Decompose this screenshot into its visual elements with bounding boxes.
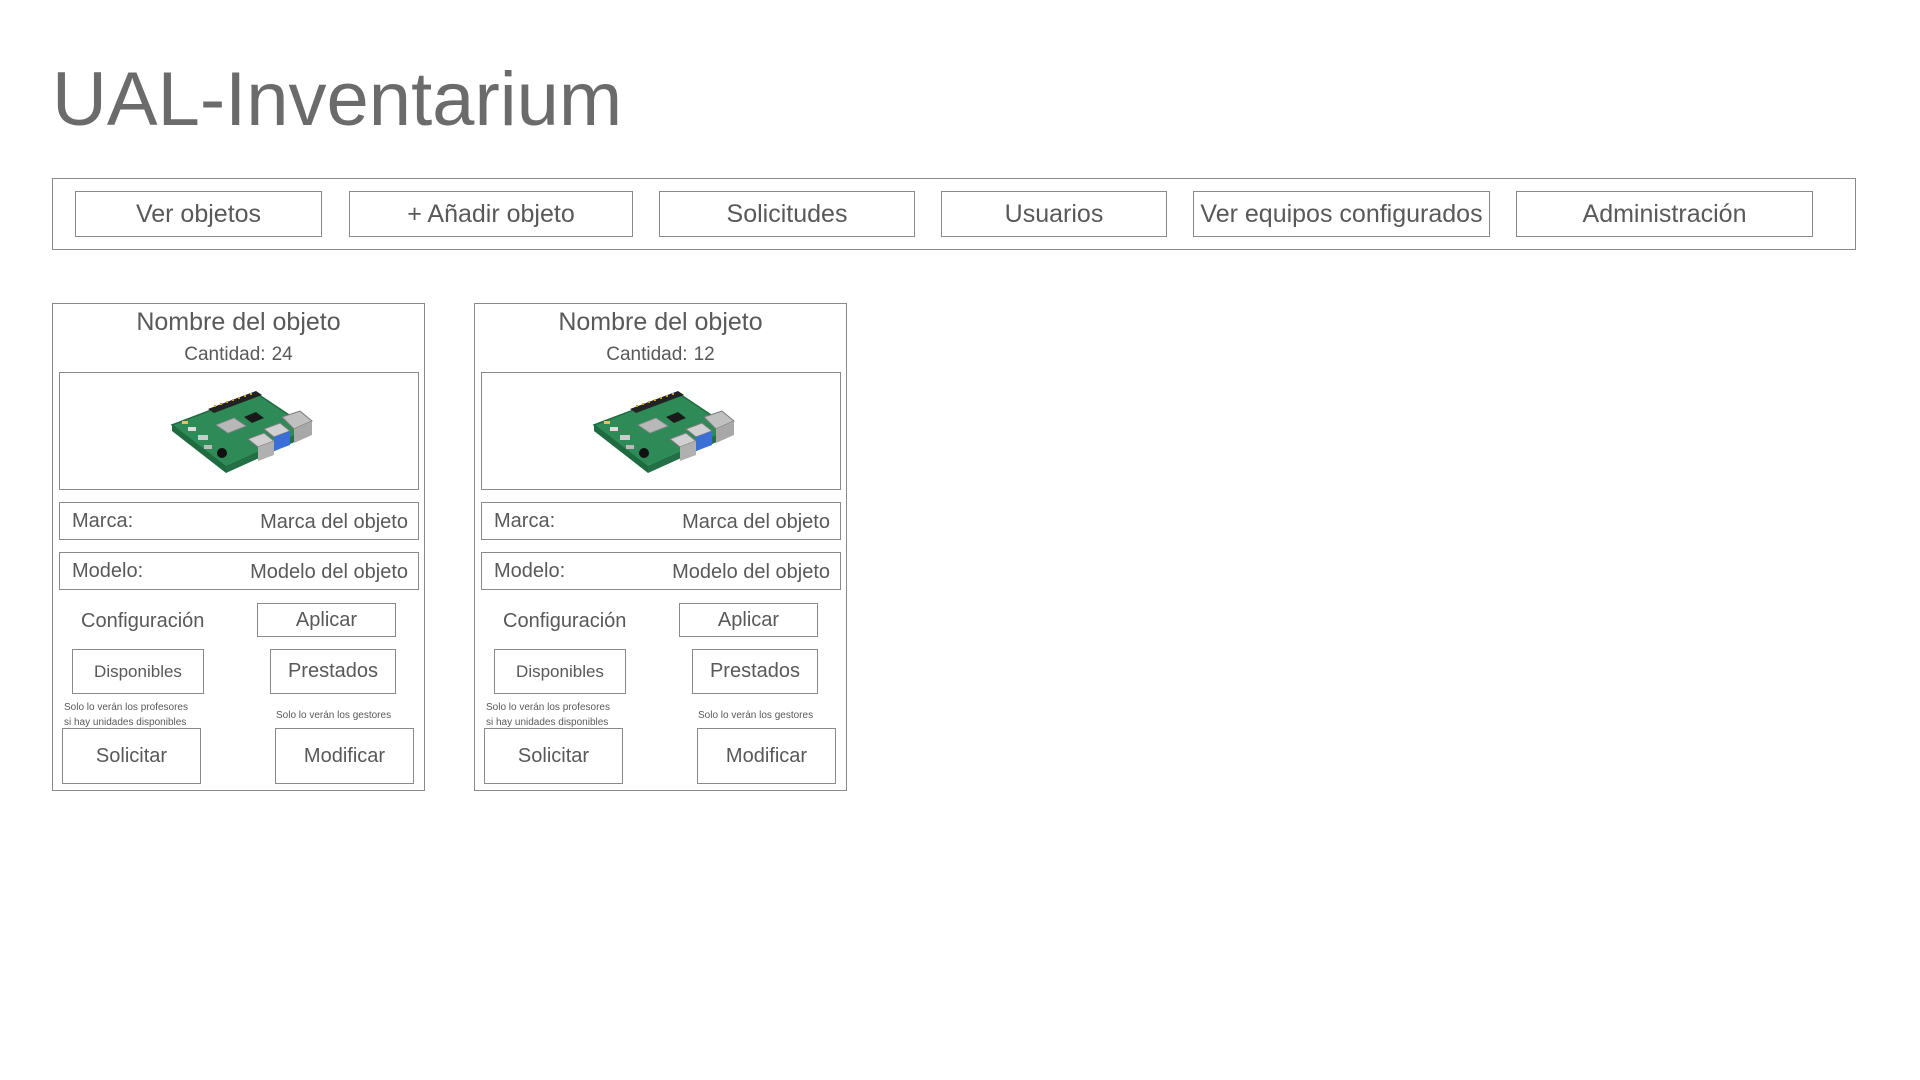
nav-solicitudes-button[interactable]: Solicitudes	[659, 191, 915, 237]
object-image	[59, 372, 419, 490]
teachers-note: Solo lo verán los profesores si hay unid…	[486, 700, 610, 730]
object-card: Nombre del objeto Cantidad: 12 Marca: Ma…	[474, 303, 847, 791]
quantity-value: 24	[271, 344, 293, 365]
quantity-value: 12	[693, 344, 715, 365]
object-name: Nombre del objeto	[558, 308, 763, 336]
brand-value: Marca del objeto	[682, 511, 830, 533]
brand-label: Marca:	[494, 510, 556, 532]
object-name: Nombre del objeto	[136, 308, 341, 336]
object-card: Nombre del objeto Cantidad: 24 Marca: Ma…	[52, 303, 425, 791]
raspberry-pi-board-icon	[170, 391, 313, 473]
apply-button[interactable]: Aplicar	[257, 603, 396, 637]
brand-value: Marca del objeto	[260, 511, 408, 533]
nav-equipos-configurados-button[interactable]: Ver equipos configurados	[1193, 191, 1490, 237]
configuration-label: Configuración	[503, 610, 627, 632]
managers-note: Solo lo verán los gestores	[698, 710, 814, 721]
teachers-note-line1: Solo lo verán los profesores	[64, 702, 188, 713]
apply-button[interactable]: Aplicar	[679, 603, 818, 637]
managers-note: Solo lo verán los gestores	[276, 710, 392, 721]
model-value: Modelo del objeto	[250, 561, 408, 583]
app-title: UAL-Inventarium	[52, 57, 623, 142]
model-value: Modelo del objeto	[672, 561, 830, 583]
request-button[interactable]: Solicitar	[62, 728, 201, 784]
main-nav: Ver objetos + Añadir objeto Solicitudes …	[52, 178, 1856, 250]
teachers-note-line1: Solo lo verán los profesores	[486, 702, 610, 713]
available-button[interactable]: Disponibles	[494, 649, 626, 694]
quantity-label: Cantidad:	[606, 344, 688, 365]
teachers-note: Solo lo verán los profesores si hay unid…	[64, 700, 188, 730]
modify-button[interactable]: Modificar	[697, 728, 836, 784]
request-button[interactable]: Solicitar	[484, 728, 623, 784]
model-field: Modelo: Modelo del objeto	[59, 552, 419, 590]
nav-anadir-objeto-button[interactable]: + Añadir objeto	[349, 191, 633, 237]
configuration-label: Configuración	[81, 610, 205, 632]
model-field: Modelo: Modelo del objeto	[481, 552, 841, 590]
raspberry-pi-board-icon	[592, 391, 735, 473]
borrowed-button[interactable]: Prestados	[692, 649, 818, 694]
object-image	[481, 372, 841, 490]
borrowed-button[interactable]: Prestados	[270, 649, 396, 694]
nav-ver-objetos-button[interactable]: Ver objetos	[75, 191, 322, 237]
modify-button[interactable]: Modificar	[275, 728, 414, 784]
brand-field: Marca: Marca del objeto	[481, 502, 841, 540]
nav-administracion-button[interactable]: Administración	[1516, 191, 1813, 237]
nav-usuarios-button[interactable]: Usuarios	[941, 191, 1167, 237]
available-button[interactable]: Disponibles	[72, 649, 204, 694]
model-label: Modelo:	[72, 560, 144, 582]
object-quantity: Cantidad: 12	[475, 344, 846, 366]
object-quantity: Cantidad: 24	[53, 344, 424, 366]
quantity-label: Cantidad:	[184, 344, 266, 365]
brand-field: Marca: Marca del objeto	[59, 502, 419, 540]
brand-label: Marca:	[72, 510, 134, 532]
model-label: Modelo:	[494, 560, 566, 582]
